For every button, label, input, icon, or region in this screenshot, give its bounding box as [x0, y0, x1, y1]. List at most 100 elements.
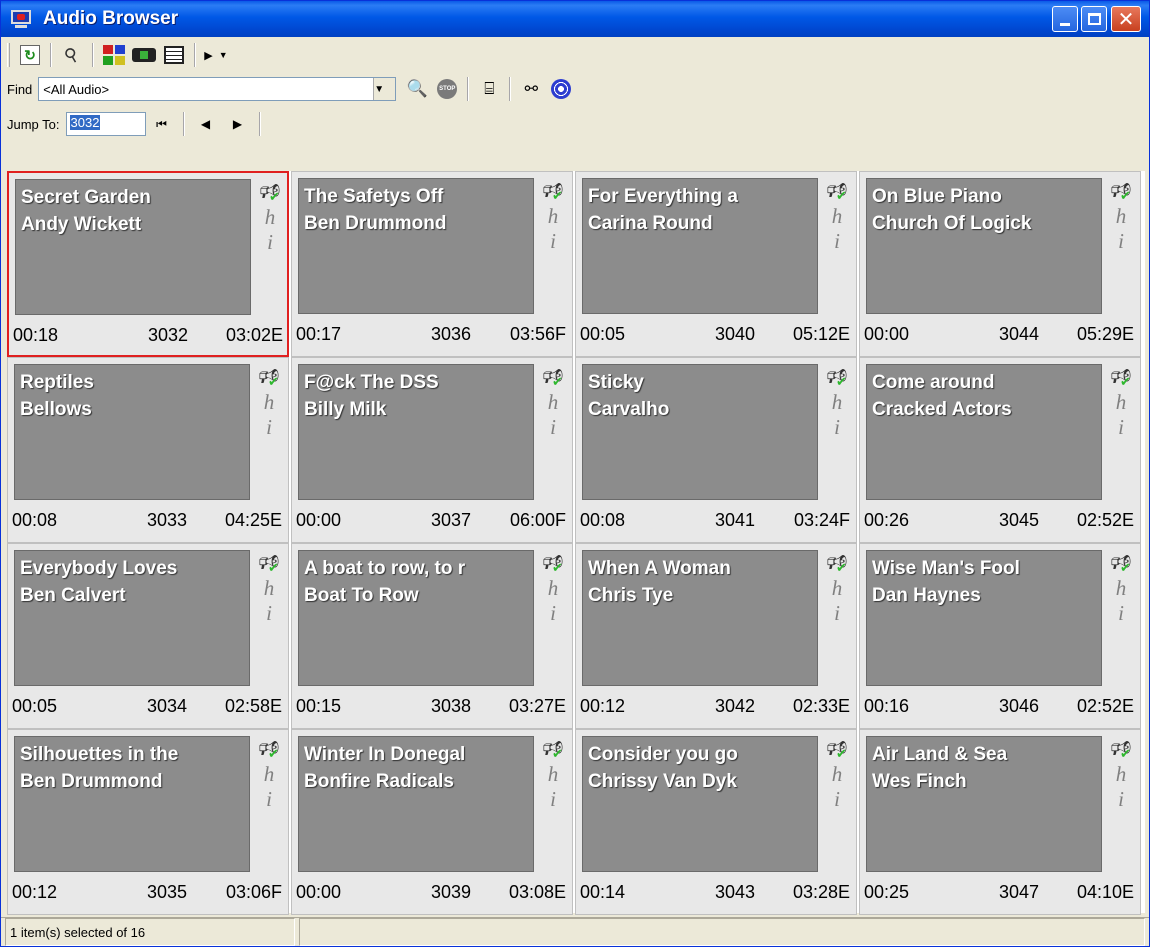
minimize-icon: [1060, 22, 1070, 26]
audio-tile[interactable]: When A Woman Chris Tye 🕫hi 00:12 3042 02:33E: [575, 543, 857, 729]
find-dropdown-button[interactable]: ▼: [373, 78, 396, 100]
audio-artist: Ben Drummond: [20, 771, 163, 792]
list-view-button[interactable]: [161, 43, 187, 67]
info-icon[interactable]: i: [822, 229, 852, 254]
minimize-button[interactable]: [1052, 6, 1078, 32]
speaker-check-icon[interactable]: 🕫: [254, 550, 284, 582]
preview-button[interactable]: ⚯: [518, 77, 544, 101]
speaker-check-icon[interactable]: 🕫: [254, 364, 284, 396]
audio-tile[interactable]: Wise Man's Fool Dan Haynes 🕫hi 00:16 3046 02:…: [859, 543, 1141, 729]
speaker-check-icon[interactable]: 🕫: [255, 179, 285, 211]
info-icon[interactable]: i: [254, 787, 284, 812]
audio-tile[interactable]: Air Land & Sea Wes Finch 🕫hi 00:25 3047 04:10…: [859, 729, 1141, 915]
info-icon[interactable]: i: [255, 230, 285, 255]
audio-tile[interactable]: Secret Garden Andy Wickett 🕫hi 00:18 3032 03:…: [7, 171, 289, 357]
info-icon[interactable]: i: [822, 415, 852, 440]
audio-artist: Ben Drummond: [304, 213, 447, 234]
jump-first-button[interactable]: ⏮: [146, 112, 178, 136]
audio-duration: 04:25E: [224, 509, 282, 530]
audio-tile[interactable]: Reptiles Bellows 🕫hi 00:08 3033 04:25E: [7, 357, 289, 543]
tile-side-icons: 🕫hi: [822, 178, 852, 314]
speaker-check-icon[interactable]: 🕫: [822, 364, 852, 396]
title-bar[interactable]: Audio Browser ✕: [1, 1, 1149, 37]
info-icon[interactable]: i: [822, 787, 852, 812]
maximize-button[interactable]: [1081, 6, 1107, 32]
audio-elapsed: 00:08: [12, 509, 58, 530]
target-button[interactable]: [548, 77, 574, 101]
next-button[interactable]: ▶: [222, 112, 254, 136]
audio-title: Everybody Loves: [20, 558, 178, 579]
audio-artist: Bellows: [20, 399, 92, 420]
info-icon[interactable]: i: [538, 229, 568, 254]
tile-side-icons: 🕫hi: [254, 550, 284, 686]
info-icon[interactable]: i: [538, 787, 568, 812]
thumbnail-view-button[interactable]: [101, 43, 127, 67]
tile-side-icons: 🕫hi: [1106, 178, 1136, 314]
tile-side-icons: 🕫hi: [1106, 550, 1136, 686]
speaker-check-icon[interactable]: 🕫: [822, 550, 852, 582]
film-view-button[interactable]: [131, 43, 157, 67]
info-icon[interactable]: i: [1106, 601, 1136, 626]
audio-id: 3039: [430, 881, 471, 902]
info-icon[interactable]: i: [1106, 787, 1136, 812]
stop-icon: STOP: [437, 79, 458, 99]
audio-footer: 00:08 3033 04:25E: [12, 504, 284, 536]
speaker-check-icon[interactable]: 🕫: [254, 736, 284, 768]
key-icon: ⚲: [61, 42, 83, 67]
close-button[interactable]: ✕: [1111, 6, 1141, 32]
info-icon[interactable]: i: [822, 601, 852, 626]
audio-title: On Blue Piano: [872, 186, 1002, 207]
speaker-check-icon[interactable]: 🕫: [538, 550, 568, 582]
audio-title: Consider you go: [588, 744, 738, 765]
info-icon[interactable]: i: [254, 415, 284, 440]
speaker-check-icon[interactable]: 🕫: [538, 364, 568, 396]
audio-tile[interactable]: Everybody Loves Ben Calvert 🕫hi 00:05 3034 02…: [7, 543, 289, 729]
jump-to-input[interactable]: 3032: [65, 112, 146, 136]
screen-button[interactable]: ⌸: [476, 77, 502, 101]
find-button[interactable]: 🔍: [404, 77, 430, 101]
audio-tile[interactable]: A boat to row, to r Boat To Row 🕫hi 00:15 30…: [291, 543, 573, 729]
info-icon[interactable]: i: [1106, 415, 1136, 440]
audio-artist: Cracked Actors: [872, 399, 1012, 420]
refresh-button[interactable]: ↻: [17, 43, 43, 67]
play-button[interactable]: ▶ ▼: [203, 43, 229, 67]
tile-side-icons: 🕫hi: [822, 550, 852, 686]
audio-footer: 00:00 3037 06:00F: [296, 504, 568, 536]
audio-elapsed: 00:05: [12, 695, 58, 716]
toolbar-grip[interactable]: [7, 43, 10, 67]
audio-tile[interactable]: Consider you go Chrissy Van Dyk 🕫hi 00:14 30…: [575, 729, 857, 915]
audio-footer: 00:12 3042 02:33E: [580, 690, 852, 722]
speaker-check-icon[interactable]: 🕫: [538, 736, 568, 768]
speaker-check-icon[interactable]: 🕫: [538, 178, 568, 210]
speaker-check-icon[interactable]: 🕫: [1106, 364, 1136, 396]
audio-elapsed: 00:08: [580, 509, 626, 530]
speaker-check-icon[interactable]: 🕫: [822, 736, 852, 768]
info-icon[interactable]: i: [254, 601, 284, 626]
audio-tile[interactable]: On Blue Piano Church Of Logick 🕫hi 00:00 304…: [859, 171, 1141, 357]
audio-tile[interactable]: For Everything a Carina Round 🕫hi 00:05 3040…: [575, 171, 857, 357]
speaker-check-icon[interactable]: 🕫: [1106, 178, 1136, 210]
audio-tile[interactable]: The Safetys OffBen Drummond🕫hi00:1730360…: [291, 171, 573, 357]
audio-title: When A Woman: [588, 558, 731, 579]
speaker-check-icon[interactable]: 🕫: [1106, 550, 1136, 582]
audio-tile[interactable]: Come around Cracked Actors 🕫hi 00:26 3045 02:…: [859, 357, 1141, 543]
info-icon[interactable]: i: [1106, 229, 1136, 254]
audio-tile[interactable]: Silhouettes in the Ben Drummond 🕫hi 00:12 30…: [7, 729, 289, 915]
audio-elapsed: 00:26: [864, 509, 910, 530]
previous-button[interactable]: ◀: [190, 112, 222, 136]
stop-button[interactable]: STOP: [434, 77, 460, 101]
audio-duration: 03:24F: [793, 509, 850, 530]
audio-tile[interactable]: F@ck The DSS Billy Milk 🕫hi 00:00 3037 06:00F: [291, 357, 573, 543]
audio-footer: 00:08 3041 03:24F: [580, 504, 852, 536]
speaker-check-icon[interactable]: 🕫: [1106, 736, 1136, 768]
search-icon: 🔍: [406, 79, 428, 98]
audio-tile[interactable]: Winter In Donegal Bonfire Radicals 🕫hi 00:0…: [291, 729, 573, 915]
find-combo[interactable]: <All Audio> ▼: [38, 77, 397, 101]
list-view-icon: [164, 46, 184, 64]
properties-button[interactable]: ⚲: [59, 43, 85, 67]
audio-id: 3046: [998, 695, 1039, 716]
speaker-check-icon[interactable]: 🕫: [822, 178, 852, 210]
info-icon[interactable]: i: [538, 601, 568, 626]
info-icon[interactable]: i: [538, 415, 568, 440]
audio-tile[interactable]: Sticky Carvalho 🕫hi 00:08 3041 03:24F: [575, 357, 857, 543]
